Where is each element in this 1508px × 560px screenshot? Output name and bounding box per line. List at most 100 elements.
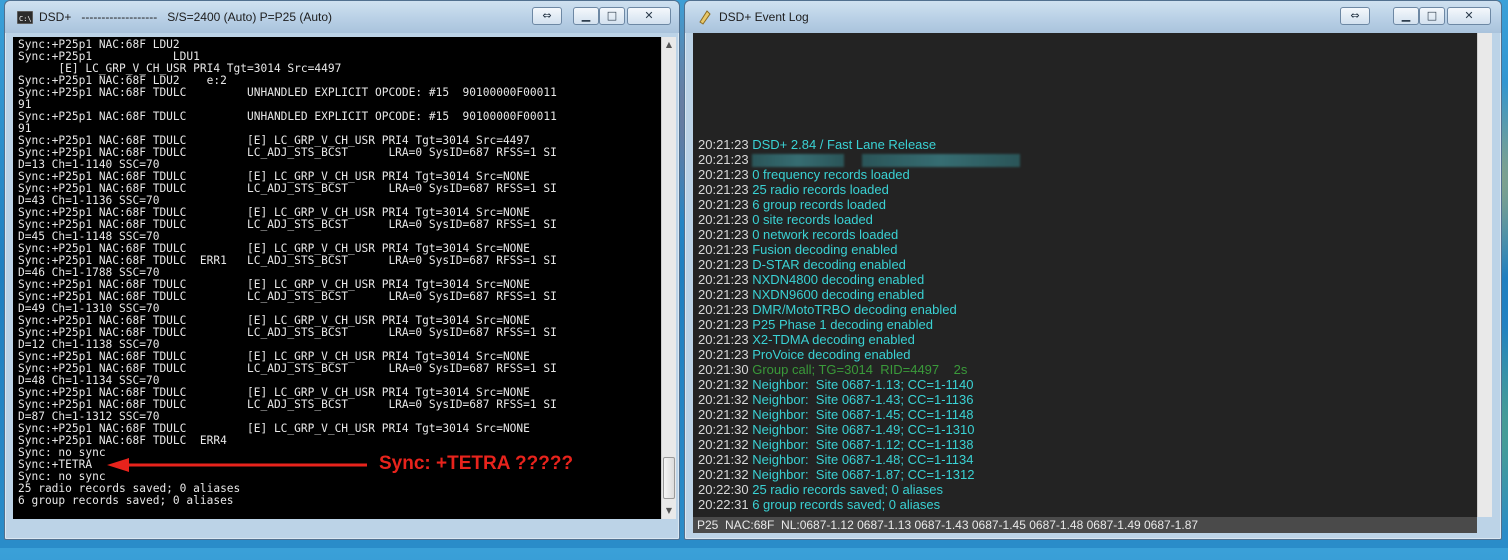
- log-entry: 20:21:23 0 frequency records loaded: [698, 167, 1020, 182]
- log-message: X2-TDMA decoding enabled: [752, 332, 915, 347]
- log-timestamp: 20:21:32: [698, 392, 753, 407]
- log-message: DSD+ 2.84 / Fast Lane Release: [752, 137, 937, 152]
- log-message: NXDN9600 decoding enabled: [752, 287, 925, 302]
- log-entry: 20:21:23 0 network records loaded: [698, 227, 1020, 242]
- log-message: P25 Phase 1 decoding enabled: [752, 317, 933, 332]
- log-message: 25 radio records saved; 0 aliases: [752, 482, 943, 497]
- log-entry: 20:21:23 DSD+ 2.84 / Fast Lane Release: [698, 137, 1020, 152]
- event-log-list: 20:21:23 DSD+ 2.84 / Fast Lane Release 20…: [698, 137, 1021, 512]
- log-message: D-STAR decoding enabled: [752, 257, 906, 272]
- close-button[interactable]: ✕: [627, 7, 671, 25]
- log-timestamp: 20:21:23: [698, 212, 753, 227]
- log-entry: 20:21:23 NXDN9600 decoding enabled: [698, 287, 1020, 302]
- log-entry: 20:21:23 DMR/MotoTRBO decoding enabled: [698, 302, 1020, 317]
- log-message: Neighbor: Site 0687-1.45; CC=1-1148: [752, 407, 974, 422]
- log-timestamp: 20:21:23: [698, 317, 753, 332]
- maximize-button[interactable]: □: [599, 7, 625, 25]
- log-entry: 20:21:32 Neighbor: Site 0687-1.87; CC=1-…: [698, 467, 1020, 482]
- event-log-titlebar[interactable]: DSD+ Event Log ⇔ ▁ □ ✕: [685, 1, 1501, 33]
- log-entry: 20:21:32 Neighbor: Site 0687-1.12; CC=1-…: [698, 437, 1020, 452]
- log-timestamp: 20:21:32: [698, 407, 753, 422]
- log-entry: 20:21:23 D-STAR decoding enabled: [698, 257, 1020, 272]
- status-bar: P25 NAC:68F NL:0687-1.12 0687-1.13 0687-…: [693, 517, 1477, 533]
- log-timestamp: 20:21:32: [698, 377, 753, 392]
- log-entry: 20:21:23: [698, 152, 1021, 168]
- event-log-title: DSD+ Event Log: [719, 10, 809, 24]
- log-entry: 20:21:32 Neighbor: Site 0687-1.45; CC=1-…: [698, 407, 1020, 422]
- log-message: 25 radio records loaded: [752, 182, 889, 197]
- log-timestamp: 20:21:23: [698, 182, 753, 197]
- log-timestamp: 20:21:23: [698, 197, 753, 212]
- event-log-scrollbar[interactable]: [1477, 33, 1492, 517]
- log-timestamp: 20:21:23: [698, 257, 753, 272]
- log-message: ProVoice decoding enabled: [752, 347, 911, 362]
- log-entry: 20:22:30 25 radio records saved; 0 alias…: [698, 482, 1020, 497]
- log-timestamp: 20:21:23: [698, 152, 753, 167]
- scroll-up-arrow-icon[interactable]: ▲: [662, 37, 676, 53]
- log-entry: 20:22:31 6 group records saved; 0 aliase…: [698, 497, 1020, 512]
- console-app-icon: C:\: [17, 11, 33, 24]
- event-log-window[interactable]: DSD+ Event Log ⇔ ▁ □ ✕ 20:21:23 DSD+ 2.8…: [684, 0, 1502, 540]
- log-message: Neighbor: Site 0687-1.43; CC=1-1136: [752, 392, 974, 407]
- log-entry: 20:21:23 P25 Phase 1 decoding enabled: [698, 317, 1020, 332]
- log-message: Neighbor: Site 0687-1.87; CC=1-1312: [752, 467, 975, 482]
- log-message: Neighbor: Site 0687-1.12; CC=1-1138: [752, 437, 974, 452]
- log-timestamp: 20:21:23: [698, 242, 753, 257]
- log-timestamp: 20:21:23: [698, 287, 753, 302]
- log-message: 6 group records loaded: [752, 197, 886, 212]
- redacted-text: [752, 154, 845, 168]
- log-entry: 20:21:32 Neighbor: Site 0687-1.13; CC=1-…: [698, 377, 1020, 392]
- log-message: Neighbor: Site 0687-1.49; CC=1-1310: [752, 422, 975, 437]
- log-entry: 20:21:30 Group call; TG=3014 RID=4497 2s: [698, 362, 1020, 377]
- log-entry: 20:21:32 Neighbor: Site 0687-1.48; CC=1-…: [698, 452, 1020, 467]
- log-entry: 20:21:23 NXDN4800 decoding enabled: [698, 272, 1020, 287]
- log-message: Neighbor: Site 0687-1.48; CC=1-1134: [752, 452, 974, 467]
- console-line: Sync:+P25p1 NAC:68F TDULC UNHANDLED EXPL…: [18, 86, 557, 99]
- scroll-down-arrow-icon[interactable]: ▼: [662, 503, 676, 519]
- log-timestamp: 20:21:32: [698, 452, 753, 467]
- console-line: Sync:+P25p1 NAC:68F TDULC UNHANDLED EXPL…: [18, 110, 557, 123]
- console-window[interactable]: C:\ DSD+ ------------------- S/S=2400 (A…: [4, 0, 680, 540]
- log-timestamp: 20:21:23: [698, 227, 753, 242]
- snap-button[interactable]: ⇔: [532, 7, 562, 25]
- minimize-button[interactable]: ▁: [573, 7, 599, 25]
- log-message: Fusion decoding enabled: [752, 242, 898, 257]
- log-entry: 20:21:32 Neighbor: Site 0687-1.43; CC=1-…: [698, 392, 1020, 407]
- log-message: 0 network records loaded: [752, 227, 899, 242]
- redacted-text: [862, 154, 1021, 168]
- log-timestamp: 20:22:30: [698, 482, 753, 497]
- log-message: 6 group records saved; 0 aliases: [752, 497, 941, 512]
- console-line: 6 group records saved; 0 aliases: [18, 494, 234, 507]
- console-title: DSD+ ------------------- S/S=2400 (Auto)…: [39, 10, 333, 24]
- log-timestamp: 20:21:23: [698, 347, 753, 362]
- log-timestamp: 20:21:32: [698, 467, 753, 482]
- snap-button[interactable]: ⇔: [1340, 7, 1370, 25]
- log-timestamp: 20:21:23: [698, 167, 753, 182]
- console-text: Sync:+P25p1 NAC:68F LDU2 Sync:+P25p1 LDU…: [13, 37, 661, 507]
- log-message: NXDN4800 decoding enabled: [752, 272, 925, 287]
- svg-text:C:\: C:\: [19, 15, 32, 23]
- console-scrollbar[interactable]: ▲ ▼: [661, 37, 676, 519]
- log-message: 0 frequency records loaded: [752, 167, 910, 182]
- log-entry: 20:21:23 Fusion decoding enabled: [698, 242, 1020, 257]
- annotation-label: Sync: +TETRA ?????: [379, 453, 574, 474]
- log-entry: 20:21:32 Neighbor: Site 0687-1.49; CC=1-…: [698, 422, 1020, 437]
- log-entry: 20:21:23 X2-TDMA decoding enabled: [698, 332, 1020, 347]
- log-entry: 20:21:23 0 site records loaded: [698, 212, 1020, 227]
- maximize-button[interactable]: □: [1419, 7, 1445, 25]
- minimize-button[interactable]: ▁: [1393, 7, 1419, 25]
- log-message: 0 site records loaded: [752, 212, 873, 227]
- log-entry: 20:21:23 6 group records loaded: [698, 197, 1020, 212]
- log-timestamp: 20:21:23: [698, 302, 753, 317]
- log-message: Neighbor: Site 0687-1.13; CC=1-1140: [752, 377, 974, 392]
- event-log-panel[interactable]: 20:21:23 DSD+ 2.84 / Fast Lane Release 20…: [693, 33, 1477, 517]
- log-entry: 20:21:23 ProVoice decoding enabled: [698, 347, 1020, 362]
- event-log-app-icon: [699, 10, 711, 25]
- scroll-thumb[interactable]: [663, 457, 675, 499]
- close-button[interactable]: ✕: [1447, 7, 1491, 25]
- console-titlebar[interactable]: C:\ DSD+ ------------------- S/S=2400 (A…: [5, 1, 679, 33]
- log-timestamp: 20:21:23: [698, 137, 753, 152]
- log-timestamp: 20:21:32: [698, 422, 753, 437]
- console-output[interactable]: Sync:+P25p1 NAC:68F LDU2 Sync:+P25p1 LDU…: [13, 37, 661, 519]
- log-entry: 20:21:23 25 radio records loaded: [698, 182, 1020, 197]
